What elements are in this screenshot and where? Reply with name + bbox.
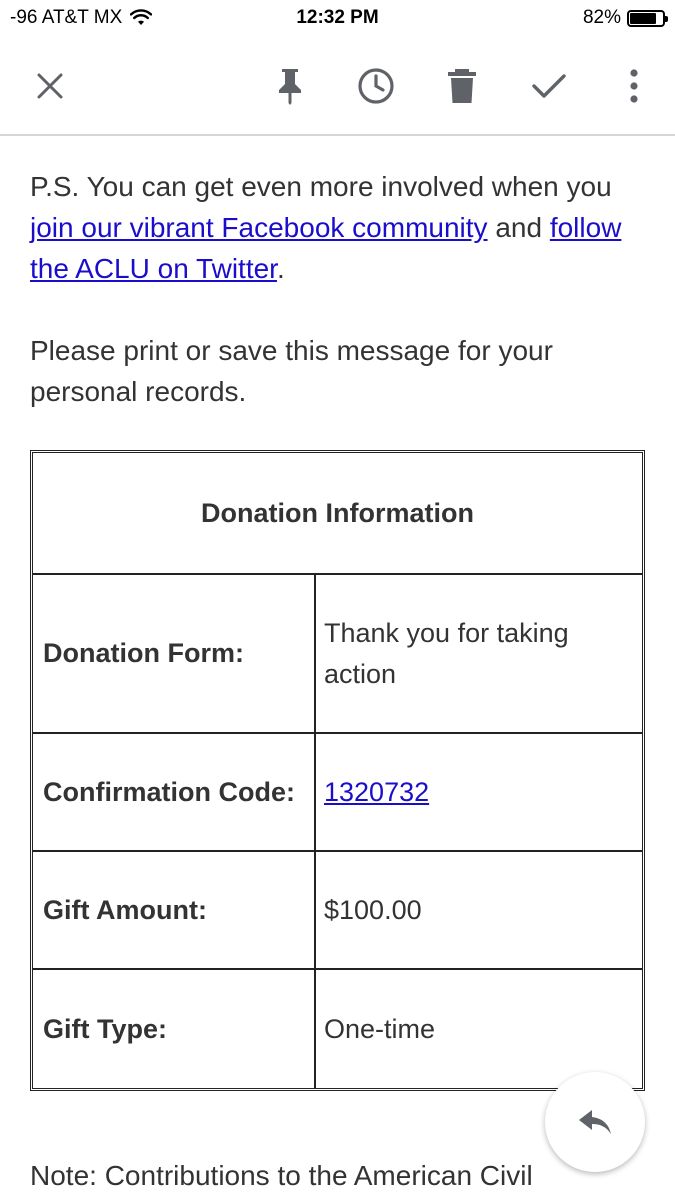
message-body: P.S. You can get even more involved when… xyxy=(30,166,650,412)
row-label: Gift Type: xyxy=(33,970,316,1088)
more-options-button[interactable] xyxy=(612,64,656,108)
ps-suffix: . xyxy=(276,253,285,284)
status-bar: -96 AT&T MX 12:32 PM 82% xyxy=(0,0,675,38)
trash-icon xyxy=(448,69,476,103)
email-toolbar xyxy=(0,38,675,136)
table-row-gift-type: Gift Type: One-time xyxy=(33,970,642,1088)
email-screen: -96 AT&T MX 12:32 PM 82% P.S. You can ge… xyxy=(0,0,675,1200)
more-vert-icon xyxy=(630,69,638,103)
print-note: Please print or save this message for yo… xyxy=(30,335,553,407)
delete-button[interactable] xyxy=(440,64,484,108)
battery-level xyxy=(630,12,657,24)
table-row-confirmation-code: Confirmation Code: 1320732 xyxy=(33,734,642,852)
row-value: Thank you for taking action xyxy=(324,617,569,689)
confirmation-code-link[interactable]: 1320732 xyxy=(324,772,429,813)
reply-fab-button[interactable] xyxy=(545,1072,645,1172)
close-icon xyxy=(37,73,63,99)
row-value: One-time xyxy=(324,1013,436,1044)
contribution-note: Note: Contributions to the American Civi… xyxy=(30,1160,533,1191)
done-check-icon xyxy=(532,74,566,98)
battery-percent: 82% xyxy=(582,7,621,28)
snooze-clock-icon xyxy=(358,68,394,104)
archive-done-button[interactable] xyxy=(527,64,571,108)
ps-paragraph: P.S. You can get even more involved when… xyxy=(30,166,650,289)
row-value: 1320732 xyxy=(316,734,642,850)
status-time: 12:32 PM xyxy=(296,7,379,28)
battery-icon xyxy=(627,9,668,27)
row-label: Donation Form: xyxy=(33,575,316,732)
pin-icon xyxy=(279,69,301,105)
donation-info-table: Donation Information Donation Form: Than… xyxy=(30,450,645,1091)
reply-icon xyxy=(579,1110,611,1134)
facebook-community-link[interactable]: join our vibrant Facebook community xyxy=(30,212,488,243)
row-value: $100.00 xyxy=(324,894,422,925)
close-button[interactable] xyxy=(28,64,72,108)
table-header: Donation Information xyxy=(33,453,642,575)
status-right: 82% xyxy=(582,7,668,29)
pin-button[interactable] xyxy=(268,64,312,108)
table-row-gift-amount: Gift Amount: $100.00 xyxy=(33,852,642,970)
table-row-donation-form: Donation Form: Thank you for taking acti… xyxy=(33,575,642,734)
row-label: Confirmation Code: xyxy=(33,734,316,850)
row-label: Gift Amount: xyxy=(33,852,316,968)
ps-middle: and xyxy=(487,212,550,243)
ps-prefix: P.S. You can get even more involved when… xyxy=(30,171,612,202)
snooze-button[interactable] xyxy=(354,64,398,108)
